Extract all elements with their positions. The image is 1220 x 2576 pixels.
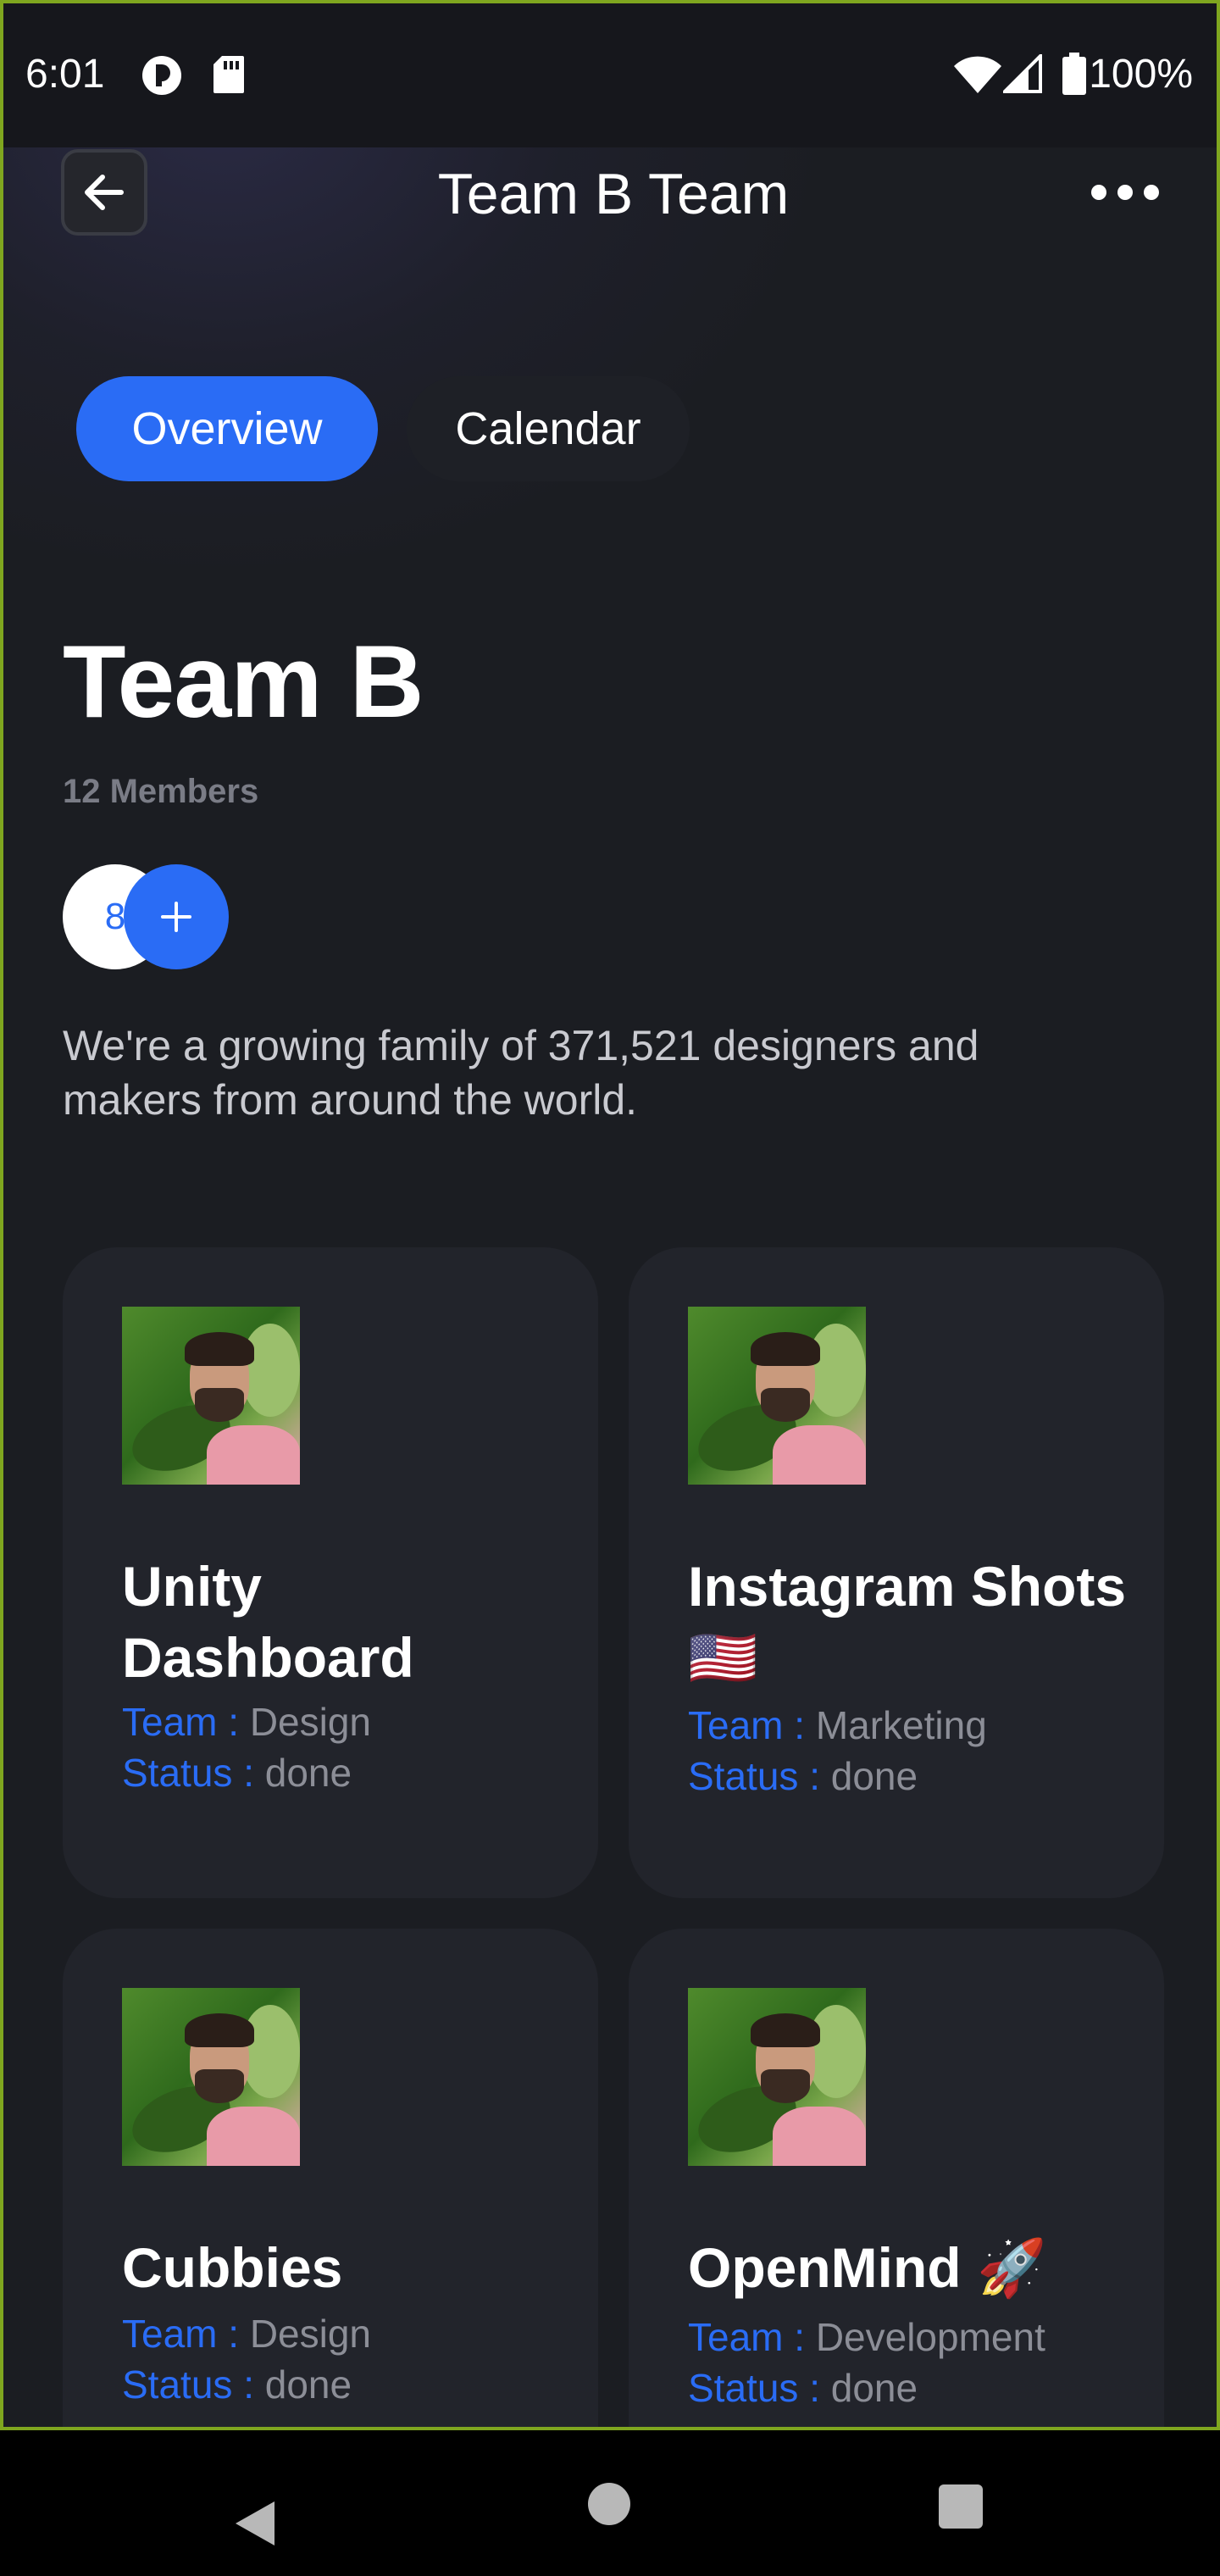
tab-overview[interactable]: Overview	[76, 376, 378, 481]
project-photo	[688, 1988, 866, 2166]
status-time: 6:01	[25, 52, 105, 97]
team-label: Team :	[688, 2315, 806, 2359]
project-card[interactable]: OpenMind 🚀 Team : Development Status : d…	[629, 1929, 1164, 2427]
page-title: Team B Team	[437, 162, 790, 226]
project-status-row: Status : done	[688, 2362, 918, 2413]
team-label: Team :	[688, 1703, 806, 1747]
project-team-row: Team : Design	[122, 1696, 371, 1747]
wifi-icon	[954, 56, 1001, 93]
team-label: Team :	[122, 1700, 240, 1744]
status-value: done	[264, 1751, 352, 1795]
project-status-row: Status : done	[688, 1751, 918, 1802]
project-photo	[122, 1988, 300, 2166]
team-value: Development	[815, 2315, 1045, 2359]
more-options-button[interactable]	[1091, 171, 1159, 214]
team-name: Team B	[63, 624, 424, 739]
status-label: Status :	[122, 2362, 254, 2407]
more-dot-icon	[1091, 185, 1106, 200]
nav-recents-icon[interactable]	[939, 2484, 983, 2529]
more-dot-icon	[1117, 185, 1133, 200]
app-frame: 6:01 100% Team B Team Overview Calendar …	[0, 0, 1220, 2430]
app-notification-icon	[142, 56, 181, 95]
project-title: Instagram Shots🇺🇸	[688, 1555, 1127, 1689]
project-card[interactable]: Unity Dashboard Team : Design Status : d…	[63, 1247, 598, 1898]
project-title: Cubbies	[122, 2236, 343, 2299]
status-label: Status :	[688, 2366, 820, 2410]
signal-icon	[1003, 54, 1042, 93]
team-value: Design	[249, 2312, 372, 2356]
status-label: Status :	[688, 1754, 820, 1798]
add-member-button[interactable]	[124, 864, 229, 969]
status-value: done	[264, 2362, 352, 2407]
status-bar: 6:01 100%	[3, 3, 1217, 147]
plus-icon	[161, 902, 191, 932]
project-team-row: Team : Marketing	[688, 1700, 987, 1751]
project-title: OpenMind 🚀	[688, 2236, 1047, 2299]
nav-home-icon[interactable]	[588, 2483, 630, 2525]
status-value: done	[830, 2366, 918, 2410]
nav-back-icon[interactable]	[234, 2500, 276, 2547]
project-title: Unity Dashboard	[122, 1555, 414, 1689]
project-photo	[122, 1307, 300, 1485]
members-count: 12 Members	[63, 773, 259, 810]
tab-calendar[interactable]: Calendar	[407, 376, 690, 481]
project-status-row: Status : done	[122, 2359, 352, 2410]
project-card[interactable]: Cubbies Team : Design Status : done	[63, 1929, 598, 2427]
project-team-row: Team : Design	[122, 2308, 371, 2359]
team-value: Marketing	[815, 1703, 987, 1747]
team-value: Design	[249, 1700, 372, 1744]
project-card[interactable]: Instagram Shots🇺🇸 Team : Marketing Statu…	[629, 1247, 1164, 1898]
project-photo	[688, 1307, 866, 1485]
project-team-row: Team : Development	[688, 2312, 1045, 2362]
sd-card-icon	[214, 56, 244, 93]
project-status-row: Status : done	[122, 1747, 352, 1798]
team-description: We're a growing family of 371,521 design…	[63, 1022, 979, 1124]
status-value: done	[830, 1754, 918, 1798]
battery-icon	[1062, 53, 1086, 95]
more-dot-icon	[1144, 185, 1159, 200]
team-label: Team :	[122, 2312, 240, 2356]
battery-percent: 100%	[1089, 52, 1193, 97]
status-label: Status :	[122, 1751, 254, 1795]
